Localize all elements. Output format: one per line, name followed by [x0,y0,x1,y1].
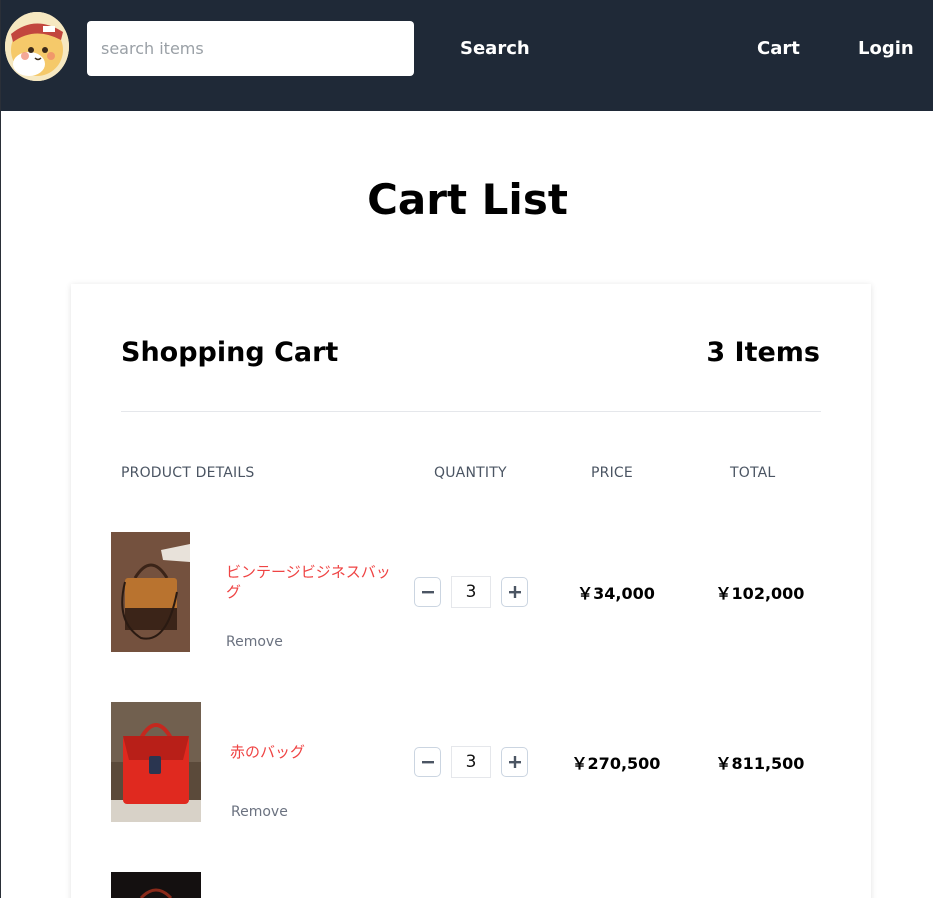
product-image[interactable] [111,532,190,652]
cart-heading: Shopping Cart [121,337,339,368]
cart-link[interactable]: Cart [757,36,800,62]
quantity-input[interactable] [451,576,491,608]
product-name-link[interactable]: ビンテージビジネスバッグ [226,562,396,602]
navbar: Search Cart Login [1,0,933,111]
unit-price: ￥34,000 [577,584,655,603]
plus-icon [508,586,521,598]
product-image[interactable] [111,702,201,822]
product-name-link[interactable]: 赤のバッグ [230,742,400,762]
unit-price: ￥270,500 [571,754,661,773]
line-total: ￥102,000 [715,584,805,603]
line-total: ￥811,500 [715,754,805,773]
page-title: Cart List [367,175,568,224]
column-header-product: PRODUCT DETAILS [121,465,255,481]
product-image[interactable] [111,872,201,898]
minus-icon [421,591,434,594]
plus-icon [508,756,521,768]
minus-icon [421,761,434,764]
logo-avatar-icon[interactable] [5,12,69,81]
column-header-price: PRICE [591,465,633,481]
login-link[interactable]: Login [858,36,914,62]
remove-button[interactable]: Remove [231,802,288,822]
increase-quantity-button[interactable] [501,577,528,607]
search-button[interactable]: Search [460,36,530,62]
search-input[interactable] [87,21,414,76]
divider [121,411,821,412]
column-header-quantity: QUANTITY [434,465,507,481]
column-header-total: TOTAL [730,465,776,481]
quantity-input[interactable] [451,746,491,778]
decrease-quantity-button[interactable] [414,577,441,607]
cart-item-count: 3 Items [706,337,820,368]
decrease-quantity-button[interactable] [414,747,441,777]
increase-quantity-button[interactable] [501,747,528,777]
remove-button[interactable]: Remove [226,632,283,652]
